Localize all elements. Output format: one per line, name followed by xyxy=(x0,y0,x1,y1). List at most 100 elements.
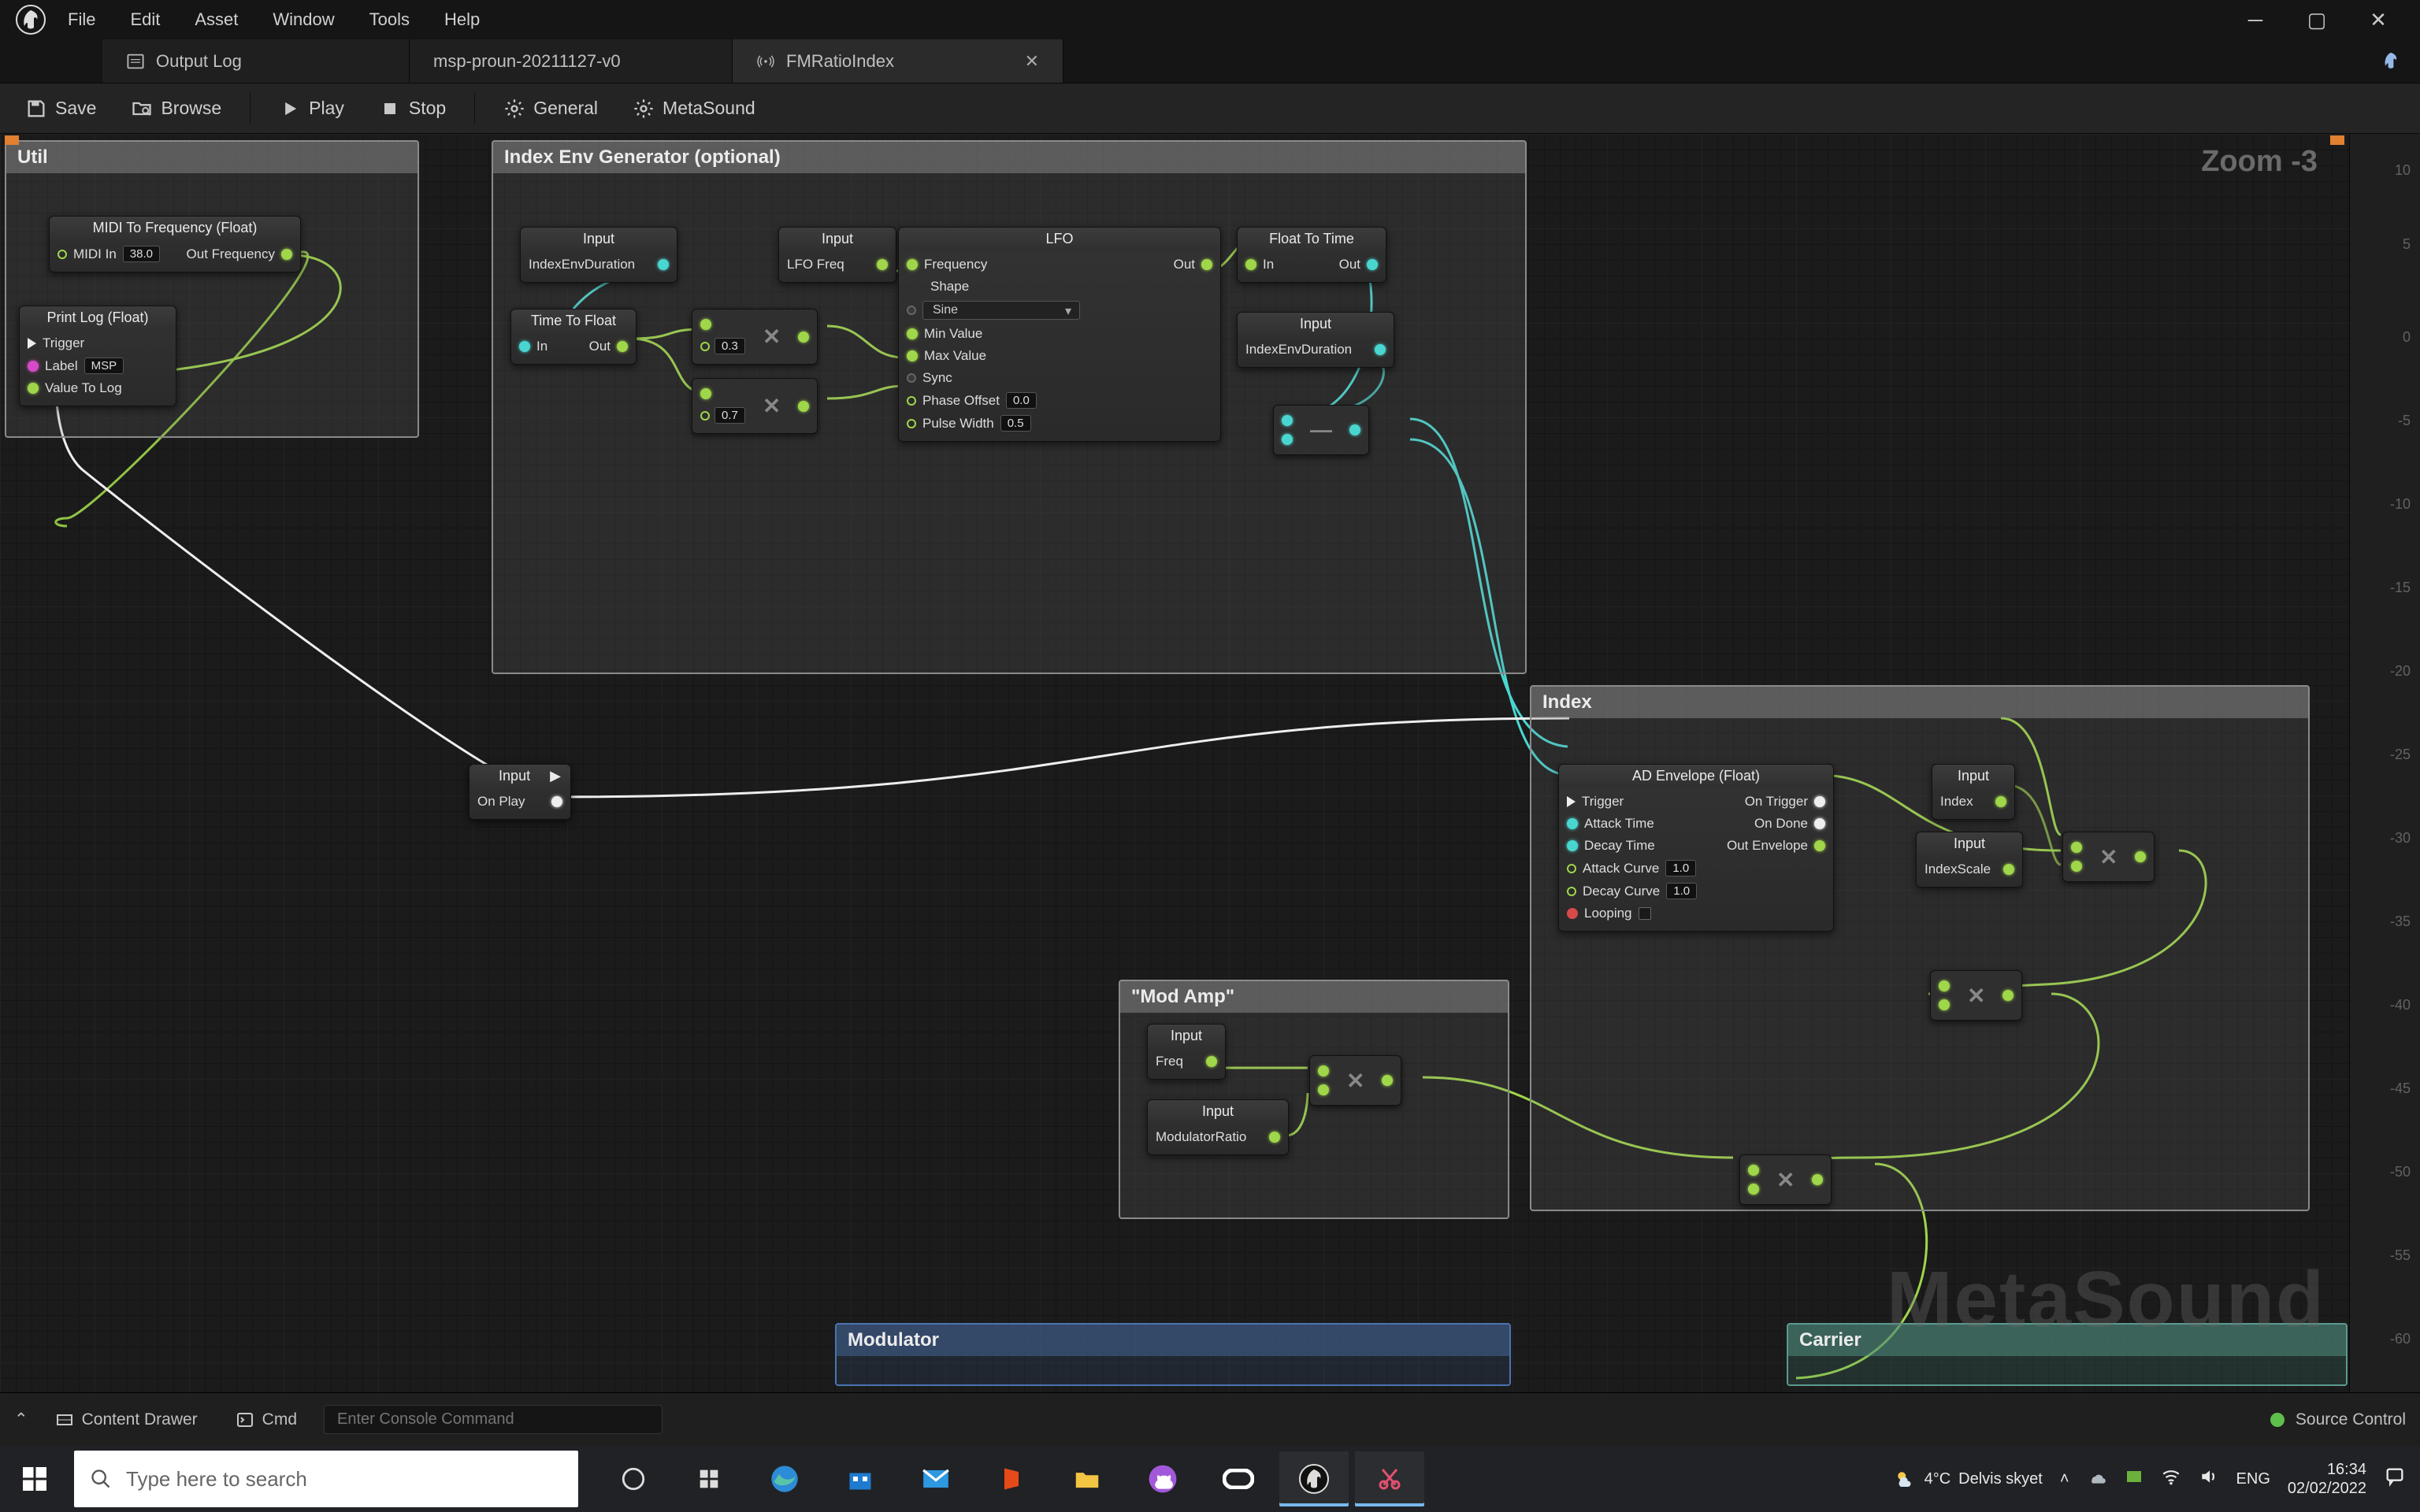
source-control-button[interactable]: Source Control xyxy=(2296,1410,2406,1429)
node-input-freq[interactable]: Input Freq xyxy=(1147,1024,1226,1080)
app-logo[interactable] xyxy=(11,0,50,39)
pin-in[interactable] xyxy=(1748,1165,1759,1176)
node-multiply[interactable]: ✕ xyxy=(1930,970,2022,1021)
node-subtract[interactable]: — xyxy=(1273,405,1369,455)
node-input-onplay[interactable]: Input ▶ On Play xyxy=(469,764,571,820)
tray-notifications-icon[interactable] xyxy=(2384,1466,2406,1492)
tray-language[interactable]: ENG xyxy=(2236,1470,2270,1488)
node-multiply[interactable]: ✕ xyxy=(1739,1154,1832,1205)
taskbar-edge-icon[interactable] xyxy=(750,1451,819,1506)
taskbar-oculus-icon[interactable] xyxy=(1204,1451,1273,1506)
pin-in[interactable] xyxy=(907,350,918,361)
pin-out[interactable] xyxy=(2002,990,2014,1001)
pin-out[interactable] xyxy=(281,249,292,260)
pin-in[interactable] xyxy=(58,250,67,259)
node-ad-envelope[interactable]: AD Envelope (Float) TriggerOn Trigger At… xyxy=(1558,764,1834,932)
node-time-to-float[interactable]: Time To Float In Out xyxy=(510,309,637,365)
pin-in[interactable] xyxy=(907,259,918,270)
pin-out[interactable] xyxy=(1812,1174,1823,1185)
pin-in[interactable] xyxy=(907,396,916,406)
checkbox-looping[interactable] xyxy=(1639,907,1651,920)
pin-out[interactable] xyxy=(1382,1075,1393,1086)
value-input[interactable]: MSP xyxy=(84,358,124,374)
metasound-button[interactable]: MetaSound xyxy=(618,93,770,124)
node-input-lfofreq[interactable]: Input LFO Freq xyxy=(778,227,896,283)
pin-in[interactable] xyxy=(907,373,916,383)
pin-in[interactable] xyxy=(1282,434,1293,445)
pin-in[interactable] xyxy=(1318,1065,1329,1077)
node-input-indexscale[interactable]: Input IndexScale xyxy=(1916,832,2023,888)
pin-out[interactable] xyxy=(1269,1132,1280,1143)
tab-output-log[interactable]: Output Log xyxy=(102,39,410,83)
general-button[interactable]: General xyxy=(489,93,612,124)
pin-in[interactable] xyxy=(1282,415,1293,426)
content-drawer-button[interactable]: Content Drawer xyxy=(44,1406,209,1434)
tray-network-icon[interactable] xyxy=(2161,1466,2181,1492)
pin-in[interactable] xyxy=(700,319,711,330)
node-input-indexenvduration[interactable]: Input IndexEnvDuration xyxy=(520,227,677,283)
value-input[interactable]: 0.5 xyxy=(1000,415,1031,432)
cmd-button[interactable]: Cmd xyxy=(225,1406,308,1434)
pin-out[interactable] xyxy=(2003,864,2014,875)
pin-out[interactable] xyxy=(2135,851,2146,862)
pin-exec-in[interactable] xyxy=(1567,796,1576,807)
node-multiply[interactable]: 0.3 ✕ xyxy=(692,309,818,365)
menu-file[interactable]: File xyxy=(50,5,113,35)
tab-fmratioindex[interactable]: FMRatioIndex ✕ xyxy=(733,39,1063,83)
shape-dropdown[interactable]: Sine xyxy=(922,301,1080,320)
node-input-index[interactable]: Input Index xyxy=(1932,764,2015,820)
value-input[interactable]: 1.0 xyxy=(1666,883,1697,899)
start-button[interactable] xyxy=(0,1446,69,1512)
node-lfo[interactable]: LFO Frequency Out Shape Sine Min Value M… xyxy=(898,227,1221,442)
stop-button[interactable]: Stop xyxy=(365,93,460,124)
tray-volume-icon[interactable] xyxy=(2199,1466,2219,1492)
menu-edit[interactable]: Edit xyxy=(113,5,177,35)
menu-tools[interactable]: Tools xyxy=(352,5,427,35)
taskbar-snip-icon[interactable] xyxy=(1355,1451,1424,1506)
close-icon[interactable]: ✕ xyxy=(1025,51,1039,72)
pin-out[interactable] xyxy=(658,259,669,270)
pin-in[interactable] xyxy=(907,419,916,428)
pin-in[interactable] xyxy=(1567,908,1578,919)
pin-in[interactable] xyxy=(28,383,39,394)
pin-exec-in[interactable] xyxy=(28,338,36,349)
window-minimize[interactable]: ─ xyxy=(2225,4,2286,35)
pin-out[interactable] xyxy=(798,401,809,412)
pin-in[interactable] xyxy=(700,388,711,399)
pin-out[interactable] xyxy=(798,332,809,343)
pin-in[interactable] xyxy=(1567,887,1576,896)
taskbar-office-icon[interactable] xyxy=(977,1451,1046,1506)
value-input[interactable]: 38.0 xyxy=(123,246,160,262)
pin-in[interactable] xyxy=(1567,818,1578,829)
tray-clock[interactable]: 16:34 02/02/2022 xyxy=(2288,1460,2366,1498)
tab-level[interactable]: msp-proun-20211127-v0 xyxy=(410,39,733,83)
pin-out[interactable] xyxy=(1814,840,1825,851)
taskbar-search[interactable]: Type here to search xyxy=(74,1451,578,1507)
pin-out[interactable] xyxy=(1201,259,1212,270)
task-view-icon[interactable] xyxy=(599,1451,668,1506)
pin-out[interactable] xyxy=(1375,344,1386,355)
tray-onedrive-icon[interactable] xyxy=(2087,1466,2107,1492)
pin-in[interactable] xyxy=(907,306,916,315)
tray-chevron-icon[interactable]: ˄ xyxy=(2060,1470,2069,1488)
window-close[interactable]: ✕ xyxy=(2348,4,2409,35)
node-input-modulatorratio[interactable]: Input ModulatorRatio xyxy=(1147,1099,1289,1155)
pin-out[interactable] xyxy=(551,796,562,807)
pin-in[interactable] xyxy=(2071,842,2082,853)
taskbar-store-icon[interactable] xyxy=(826,1451,895,1506)
pin-out[interactable] xyxy=(1349,424,1360,435)
play-button[interactable]: Play xyxy=(265,93,358,124)
browse-button[interactable]: Browse xyxy=(117,93,236,124)
pin-in[interactable] xyxy=(2071,861,2082,872)
pin-in[interactable] xyxy=(1245,259,1256,270)
pin-out[interactable] xyxy=(1814,818,1825,829)
node-float-to-time[interactable]: Float To Time In Out xyxy=(1237,227,1386,283)
pin-in[interactable] xyxy=(1567,840,1578,851)
pin-out[interactable] xyxy=(617,341,628,352)
pin-in[interactable] xyxy=(700,411,710,421)
window-maximize[interactable]: ▢ xyxy=(2286,4,2348,35)
pin-in[interactable] xyxy=(1939,980,1950,991)
menu-asset[interactable]: Asset xyxy=(177,5,255,35)
taskbar-mail-icon[interactable] xyxy=(901,1451,971,1506)
node-print-log[interactable]: Print Log (Float) Trigger LabelMSP Value… xyxy=(19,306,176,406)
